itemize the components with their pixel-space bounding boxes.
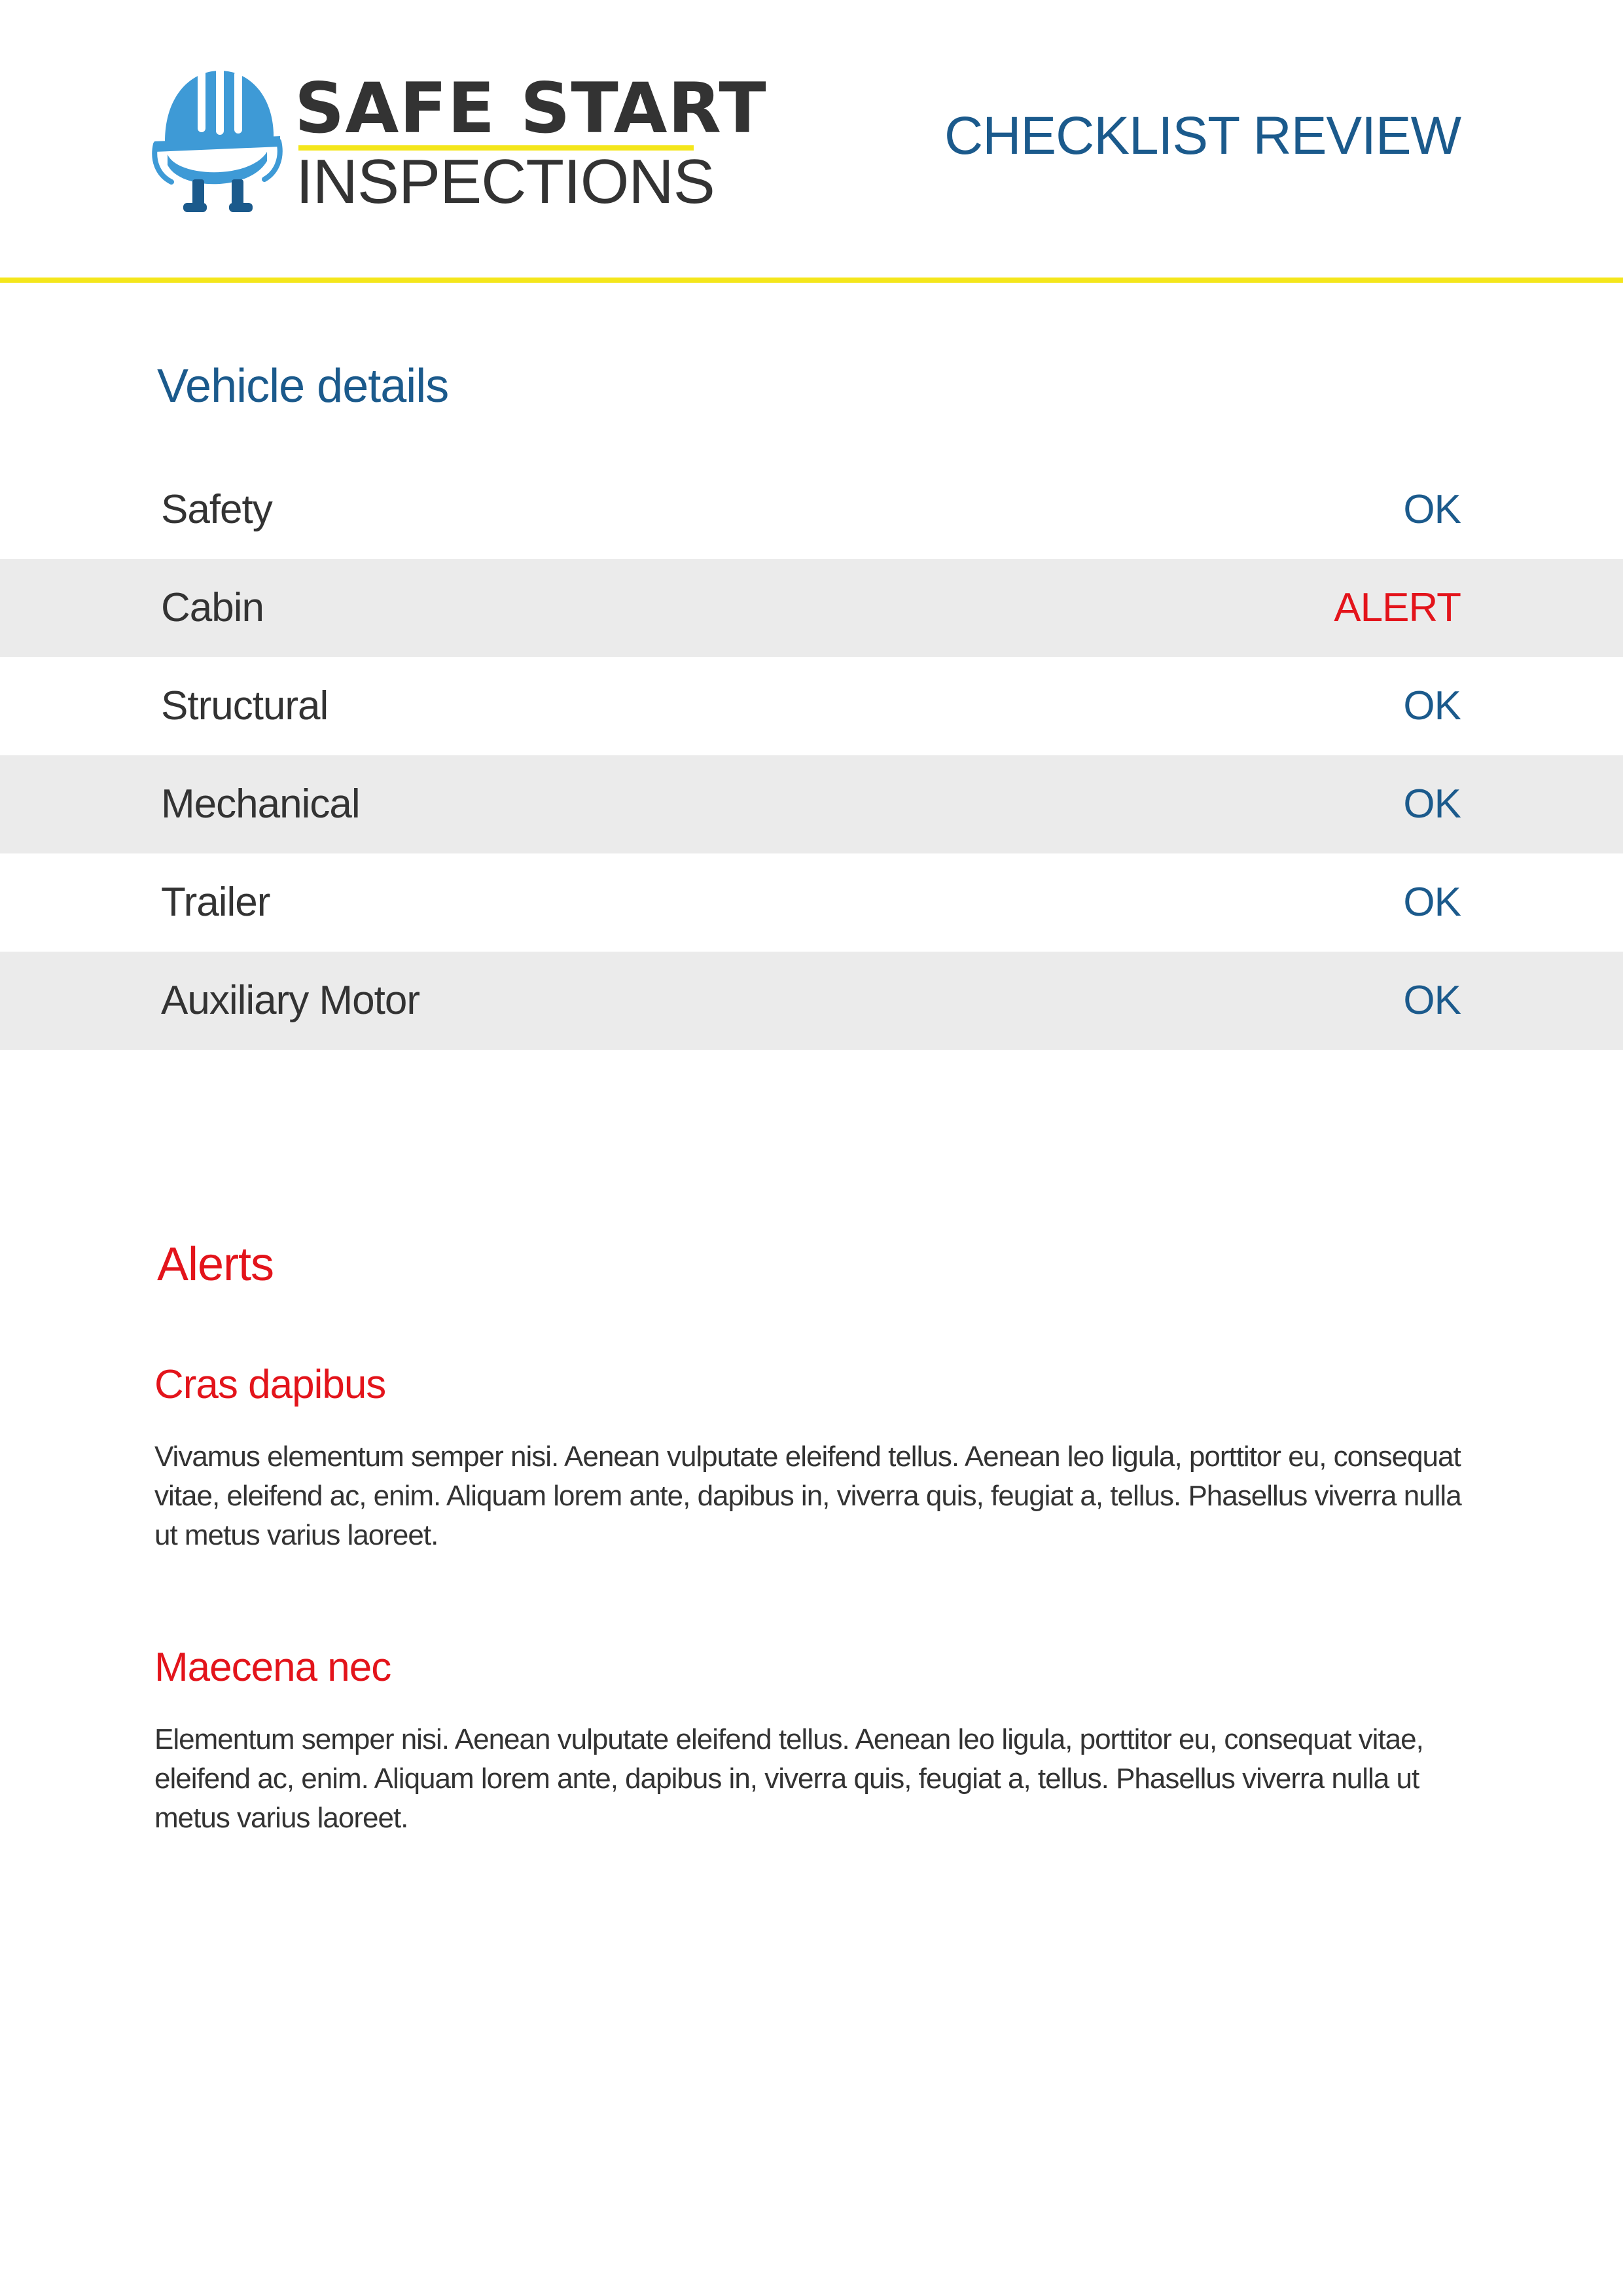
alert-heading: Cras dapibus bbox=[154, 1362, 386, 1407]
logo-text-secondary: INSPECTIONS bbox=[296, 147, 715, 217]
checklist-status: OK bbox=[1403, 487, 1461, 532]
alert-item: Maecena nec Elementum semper nisi. Aenea… bbox=[154, 1643, 1470, 1838]
checklist-label: Structural bbox=[161, 683, 329, 728]
checklist-row-trailer: Trailer OK bbox=[0, 853, 1623, 952]
checklist-status: OK bbox=[1403, 978, 1461, 1023]
vehicle-checklist: Safety OK Cabin ALERT Structural OK Mech… bbox=[0, 461, 1623, 1050]
checklist-status: OK bbox=[1403, 880, 1461, 925]
company-logo: SAFE START INSPECTIONS bbox=[152, 63, 766, 215]
header-divider bbox=[0, 278, 1623, 283]
checklist-status: OK bbox=[1403, 683, 1461, 728]
hard-hat-mascot-icon bbox=[152, 67, 283, 212]
alert-body: Elementum semper nisi. Aenean vulputate … bbox=[154, 1723, 1424, 1834]
alert-item: Cras dapibus Vivamus elementum semper ni… bbox=[154, 1360, 1470, 1555]
alert-heading: Maecena nec bbox=[154, 1645, 391, 1690]
alert-body: Vivamus elementum semper nisi. Aenean vu… bbox=[154, 1441, 1462, 1551]
alerts-title: Alerts bbox=[157, 1238, 274, 1291]
checklist-label: Trailer bbox=[161, 880, 270, 925]
checklist-row-structural: Structural OK bbox=[0, 657, 1623, 755]
checklist-status: ALERT bbox=[1334, 585, 1461, 630]
page-header: SAFE START INSPECTIONS CHECKLIST REVIEW bbox=[0, 0, 1623, 279]
vehicle-details-title: Vehicle details bbox=[157, 360, 449, 412]
checklist-label: Auxiliary Motor bbox=[161, 978, 420, 1023]
checklist-row-cabin: Cabin ALERT bbox=[0, 559, 1623, 657]
checklist-label: Mechanical bbox=[161, 781, 361, 827]
checklist-label: Safety bbox=[161, 487, 273, 532]
checklist-row-safety: Safety OK bbox=[0, 461, 1623, 559]
document-title: CHECKLIST REVIEW bbox=[944, 106, 1461, 166]
checklist-status: OK bbox=[1403, 781, 1461, 827]
logo-text-primary: SAFE START bbox=[294, 68, 767, 149]
checklist-label: Cabin bbox=[161, 585, 264, 630]
checklist-row-auxiliary-motor: Auxiliary Motor OK bbox=[0, 952, 1623, 1050]
checklist-row-mechanical: Mechanical OK bbox=[0, 755, 1623, 853]
